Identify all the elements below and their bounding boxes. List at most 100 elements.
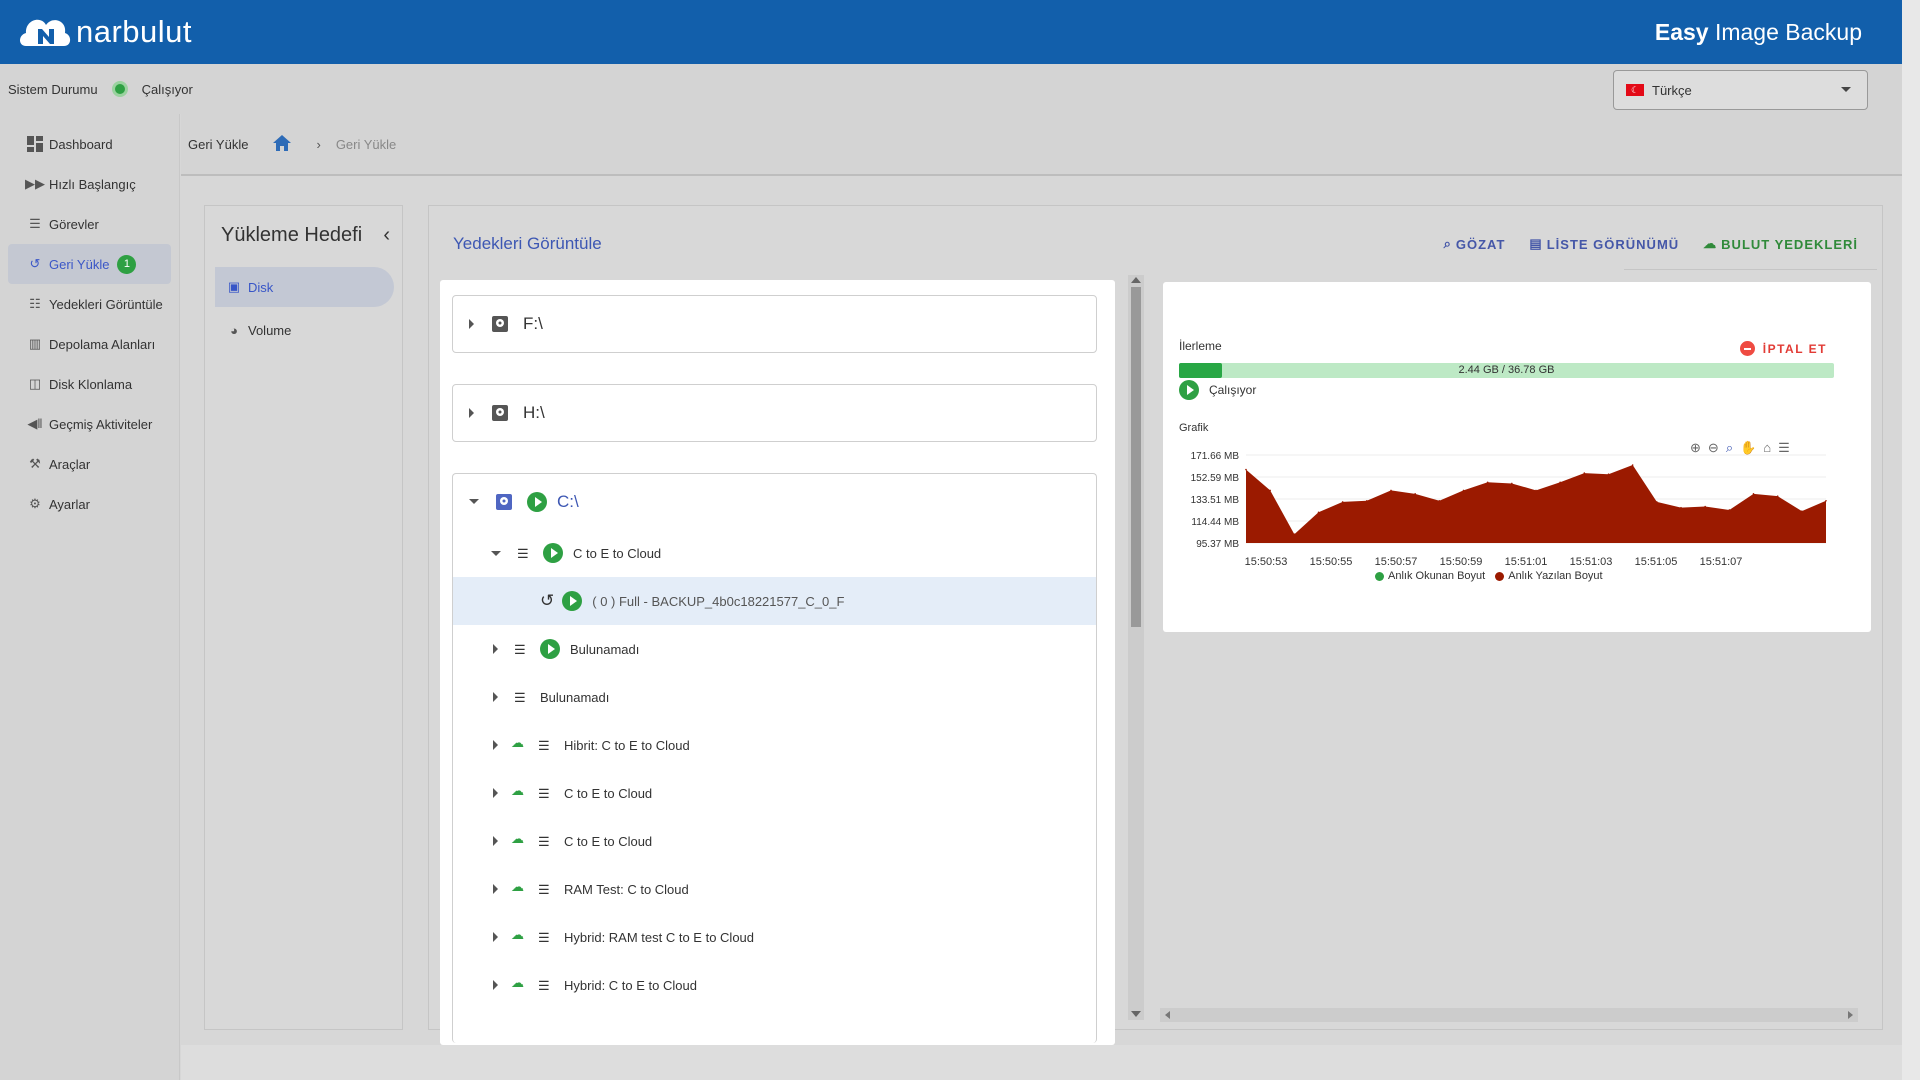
sidebar-item-view-backups[interactable]: ☷ Yedekleri Görüntüle xyxy=(8,284,171,324)
caret-down-icon[interactable] xyxy=(491,550,501,556)
backup-group-row[interactable]: ☰ C to E to Cloud xyxy=(453,529,1096,577)
tree-row-label: Bulunamadı xyxy=(570,641,640,657)
drive-h[interactable]: H:\ xyxy=(452,384,1097,442)
drive-f[interactable]: F:\ xyxy=(452,295,1097,353)
sidebar-item-storage[interactable]: ▥ Depolama Alanları xyxy=(8,324,171,364)
cloud-download-icon: ☁ xyxy=(511,735,524,750)
target-volume[interactable]: ◕ Volume xyxy=(215,310,394,350)
chart-legend: Anlık Okunan Boyut Anlık Yazılan Boyut xyxy=(1375,570,1603,582)
list-view-button[interactable]: ▤ LİSTE GÖRÜNÜMÜ xyxy=(1529,236,1679,252)
list-icon: ☰ xyxy=(538,930,550,945)
drive-row[interactable]: F:\ xyxy=(453,296,1096,351)
sidebar-item-label: Görevler xyxy=(49,216,99,232)
horizontal-scrollbar[interactable] xyxy=(1160,1008,1858,1022)
write-data-point xyxy=(1293,533,1296,535)
write-data-point xyxy=(1704,505,1706,508)
backup-file-row[interactable]: ↺ ( 0 ) Full - BACKUP_4b0c18221577_C_0_F xyxy=(453,577,1096,625)
sidebar-item-tasks[interactable]: ☰ Görevler xyxy=(8,204,171,244)
page-vertical-scrollbar[interactable] xyxy=(1902,0,1920,1080)
caret-right-icon[interactable] xyxy=(469,318,474,329)
caret-right-icon[interactable] xyxy=(493,740,498,750)
browse-button[interactable]: ⌕ GÖZAT xyxy=(1444,236,1506,252)
y-tick-label: 114.44 MB xyxy=(1191,517,1239,528)
narbulut-logo[interactable]: narbulut xyxy=(14,8,192,56)
write-data-point xyxy=(1390,489,1392,492)
legend-read-label: Anlık Okunan Boyut xyxy=(1388,570,1486,582)
x-tick-label: 15:50:53 xyxy=(1245,556,1288,568)
scrollbar-thumb[interactable] xyxy=(1131,287,1141,627)
caret-right-icon[interactable] xyxy=(493,644,498,654)
restore-target-title: Yükleme Hedefi ‹ xyxy=(205,206,402,264)
legend-item-write[interactable]: Anlık Yazılan Boyut xyxy=(1495,570,1603,582)
sidebar-item-restore[interactable]: ↺ Geri Yükle 1 xyxy=(8,244,171,284)
caret-right-icon[interactable] xyxy=(493,836,498,846)
backup-group-row[interactable]: ☁ ☰ Hibrit: C to E to Cloud xyxy=(453,721,1096,769)
list-icon: ☰ xyxy=(538,834,550,849)
cloud-backups-label: BULUT YEDEKLERİ xyxy=(1721,236,1858,252)
backup-group-row[interactable]: ☁ ☰ RAM Test: C to Cloud xyxy=(453,865,1096,913)
browse-label: GÖZAT xyxy=(1455,236,1506,252)
backup-group-row[interactable]: ☁ ☰ C to E to Cloud xyxy=(453,817,1096,865)
product-name-rest: Image Backup xyxy=(1708,18,1862,45)
tree-scrollbar[interactable] xyxy=(1128,275,1144,1020)
caret-right-icon[interactable] xyxy=(469,407,474,418)
drive-row[interactable]: C:\ xyxy=(453,474,1096,529)
drive-row[interactable]: H:\ xyxy=(453,385,1096,440)
caret-right-icon[interactable] xyxy=(493,884,498,894)
legend-write-label: Anlık Yazılan Boyut xyxy=(1508,570,1603,582)
scroll-up-icon[interactable] xyxy=(1131,277,1141,283)
cancel-button[interactable]: İPTAL ET xyxy=(1739,341,1827,356)
restore-progress-card: İlerleme İPTAL ET 2.44 GB / 36.78 GB Çal… xyxy=(1163,282,1871,632)
sidebar-item-label: Hızlı Başlangıç xyxy=(49,176,136,192)
write-data-point xyxy=(1607,473,1610,476)
target-disk[interactable]: ▣ Disk xyxy=(215,267,394,307)
transfer-area-chart: 171.66 MB 152.59 MB 133.51 MB 114.44 MB 95.3… xyxy=(1191,452,1827,568)
bullet-list-icon: ☷ xyxy=(29,296,41,311)
sidebar-item-label: Ayarlar xyxy=(49,496,90,512)
x-tick-label: 15:50:57 xyxy=(1375,556,1418,568)
tree-row-label: Bulunamadı xyxy=(540,689,610,705)
write-data-point xyxy=(1438,499,1441,502)
product-name-bold: Easy xyxy=(1654,18,1709,45)
system-status-value: Çalışıyor xyxy=(141,81,193,97)
backup-group-row[interactable]: ☁ ☰ Hybrid: C to E to Cloud xyxy=(453,961,1096,1009)
write-data-point xyxy=(1680,506,1682,509)
caret-right-icon[interactable] xyxy=(493,932,498,942)
dashboard-icon xyxy=(26,135,44,153)
backup-group-row[interactable]: ☁ ☰ Hybrid: RAM test C to E to Cloud xyxy=(453,913,1096,961)
progress-label: İlerleme xyxy=(1179,339,1222,353)
backup-group-row[interactable]: ☰ Bulunamadı xyxy=(453,673,1096,721)
write-data-point xyxy=(1317,511,1320,514)
x-tick-label: 15:51:07 xyxy=(1700,556,1743,568)
backup-group-row[interactable]: ☰ Bulunamadı xyxy=(453,625,1096,673)
header-divider xyxy=(1624,269,1877,270)
cancel-icon xyxy=(1739,341,1755,356)
drive-label: F:\ xyxy=(523,313,543,333)
caret-right-icon[interactable] xyxy=(493,788,498,798)
breadcrumb-last: Geri Yükle xyxy=(335,136,397,152)
write-data-point xyxy=(1535,489,1537,492)
cloud-logo-icon xyxy=(20,19,71,46)
breadcrumb-separator: › xyxy=(316,136,321,152)
caret-right-icon[interactable] xyxy=(493,980,498,990)
sidebar-item-disk-clone[interactable]: ◫ Disk Klonlama xyxy=(8,364,171,404)
language-select[interactable]: ☾ Türkçe xyxy=(1613,70,1868,110)
sidebar-item-quick-start[interactable]: ▶▶ Hızlı Başlangıç xyxy=(8,164,171,204)
home-icon[interactable] xyxy=(272,134,292,155)
sidebar-item-tools[interactable]: ⚒ Araçlar xyxy=(8,444,171,484)
scroll-down-icon[interactable] xyxy=(1131,1011,1141,1017)
sidebar-item-dashboard[interactable]: Dashboard xyxy=(8,124,171,164)
sidebar-item-history[interactable]: ◀‖ Geçmiş Aktiviteler xyxy=(8,404,171,444)
caret-down-icon[interactable] xyxy=(469,499,479,504)
status-indicator xyxy=(111,81,128,97)
backup-group-row[interactable]: ☁ ☰ C to E to Cloud xyxy=(453,769,1096,817)
caret-right-icon[interactable] xyxy=(493,692,498,702)
legend-item-read[interactable]: Anlık Okunan Boyut xyxy=(1375,570,1485,582)
cloud-backups-button[interactable]: ☁ BULUT YEDEKLERİ xyxy=(1703,236,1858,252)
collapse-chevron-icon[interactable]: ‹ xyxy=(383,224,390,247)
sidebar-item-settings[interactable]: ⚙ Ayarlar xyxy=(8,484,171,524)
backup-tree: F:\ H:\ C:\ ☰ C to E to Cloud ↺ ( 0 ) Full… xyxy=(440,280,1115,1045)
list-icon: ☰ xyxy=(538,738,550,753)
drive-c[interactable]: C:\ ☰ C to E to Cloud ↺ ( 0 ) Full - BACKU… xyxy=(452,473,1097,1043)
product-name: Easy Image Backup xyxy=(1655,19,1862,46)
